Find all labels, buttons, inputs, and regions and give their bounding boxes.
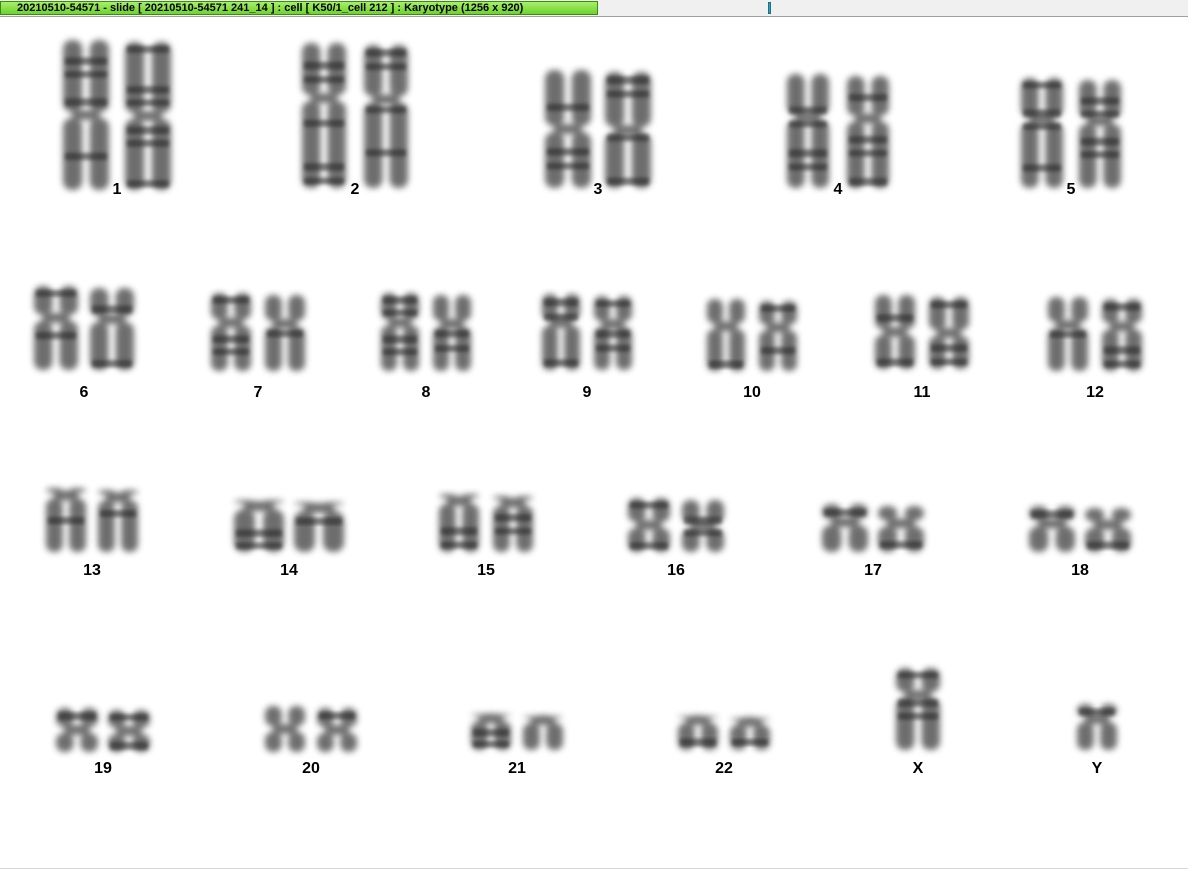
window-title-tab[interactable]: 20210510-54571 - slide [ 20210510-54571 … bbox=[0, 1, 598, 15]
chromosome-14[interactable] bbox=[234, 500, 344, 552]
chromosome-label-2: 2 bbox=[350, 181, 360, 198]
chromosome-label-14: 14 bbox=[280, 562, 298, 579]
chromosome-9[interactable] bbox=[542, 294, 632, 370]
chromosome-18[interactable] bbox=[1029, 506, 1131, 552]
chromosome-16[interactable] bbox=[628, 498, 724, 552]
chromosome-label-22: 22 bbox=[715, 760, 733, 777]
chromosome-label-19: 19 bbox=[94, 760, 112, 777]
chromosome-7[interactable] bbox=[211, 293, 305, 371]
karyogram: 1 2 3 4 5 6 7 8 9 10 11 12 13 14 15 16 17 18 19 20 21 22 X Y bbox=[0, 18, 1188, 868]
chromosome-label-13: 13 bbox=[83, 562, 101, 579]
karyogram-canvas bbox=[34, 40, 1142, 752]
chromosome-3[interactable] bbox=[545, 70, 651, 188]
chromosome-y[interactable] bbox=[1077, 704, 1117, 750]
chromosome-8[interactable] bbox=[381, 293, 471, 371]
chromosome-label-16: 16 bbox=[667, 562, 685, 579]
chromosome-label-y: Y bbox=[1091, 760, 1103, 777]
chromosome-label-21: 21 bbox=[508, 760, 526, 777]
chromosome-label-17: 17 bbox=[864, 562, 882, 579]
chromosome-label-7: 7 bbox=[253, 384, 263, 401]
chromosome-13[interactable] bbox=[46, 488, 138, 552]
chromosome-x[interactable] bbox=[896, 668, 940, 750]
chromosome-4[interactable] bbox=[787, 74, 889, 188]
chromosome-20[interactable] bbox=[265, 706, 357, 752]
chromosome-label-6: 6 bbox=[79, 384, 89, 401]
chromosome-5[interactable] bbox=[1021, 78, 1121, 188]
chromosome-label-18: 18 bbox=[1071, 562, 1089, 579]
bottom-border bbox=[0, 868, 1188, 869]
chromosome-label-11: 11 bbox=[913, 384, 931, 401]
chromosome-label-15: 15 bbox=[477, 562, 495, 579]
chromosome-label-x: X bbox=[912, 760, 924, 777]
chromosome-10[interactable] bbox=[707, 299, 797, 371]
scroll-marker[interactable] bbox=[768, 2, 771, 14]
chromosome-15[interactable] bbox=[439, 494, 533, 552]
chromosome-label-3: 3 bbox=[593, 181, 603, 198]
chromosome-19[interactable] bbox=[56, 708, 150, 752]
chromosome-11[interactable] bbox=[875, 295, 969, 369]
chromosome-label-12: 12 bbox=[1086, 384, 1104, 401]
chromosome-22[interactable] bbox=[678, 715, 770, 750]
chromosome-label-1: 1 bbox=[112, 181, 122, 198]
chromosome-label-5: 5 bbox=[1066, 181, 1076, 198]
chromosome-label-9: 9 bbox=[582, 384, 592, 401]
chromosome-17[interactable] bbox=[822, 504, 924, 552]
chromosome-1[interactable] bbox=[63, 40, 171, 190]
chromosome-label-8: 8 bbox=[421, 384, 431, 401]
chromosome-6[interactable] bbox=[34, 286, 134, 370]
chromosome-label-20: 20 bbox=[302, 760, 320, 777]
title-bar: 20210510-54571 - slide [ 20210510-54571 … bbox=[0, 0, 1188, 17]
chromosome-label-10: 10 bbox=[743, 384, 761, 401]
chromosome-2[interactable] bbox=[302, 43, 408, 188]
chromosome-12[interactable] bbox=[1048, 297, 1142, 371]
chromosome-label-4: 4 bbox=[833, 181, 843, 198]
chromosome-21[interactable] bbox=[471, 713, 563, 750]
